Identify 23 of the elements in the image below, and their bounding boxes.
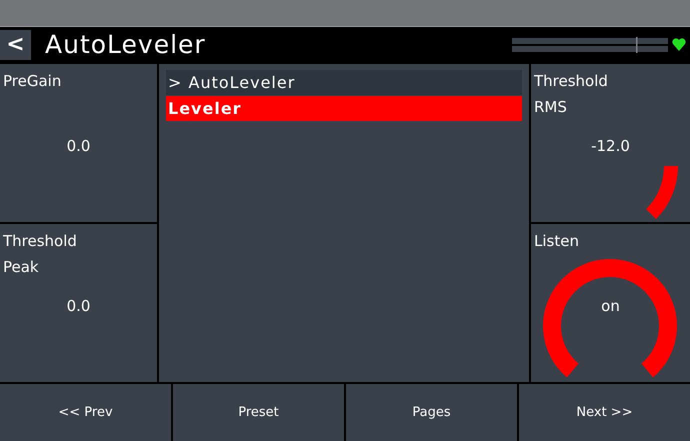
parameter-value: 0.0: [66, 137, 92, 155]
parameter-label: Threshold Peak: [3, 231, 77, 278]
list-item[interactable]: Leveler: [166, 96, 522, 121]
footer-button[interactable]: << Prev: [0, 384, 171, 441]
knob-arc[interactable]: [646, 166, 678, 219]
footer-button[interactable]: Preset: [173, 384, 344, 441]
list-item[interactable]: > AutoLeveler: [166, 70, 522, 95]
parameter-value: -12.0: [590, 137, 631, 155]
back-button[interactable]: <: [0, 30, 31, 60]
parameter-panel[interactable]: Listen on: [531, 224, 690, 382]
parameter-panel[interactable]: Threshold RMS -12.0: [531, 64, 690, 222]
parameter-panel[interactable]: PreGain 0.0: [0, 64, 157, 222]
heart-icon: [672, 38, 686, 51]
footer-button[interactable]: Next >>: [519, 384, 690, 441]
parameter-panel[interactable]: Threshold Peak 0.0: [0, 224, 157, 382]
parameter-value: 0.0: [66, 297, 92, 315]
window-title: AutoLeveler: [45, 30, 207, 59]
toggle-ring[interactable]: [543, 259, 677, 377]
parameter-value: on: [600, 297, 621, 315]
parameter-label: PreGain: [3, 71, 62, 92]
parameter-label: Threshold RMS: [534, 71, 608, 118]
parameter-label: Listen: [534, 231, 579, 252]
footer-button[interactable]: Pages: [346, 384, 517, 441]
